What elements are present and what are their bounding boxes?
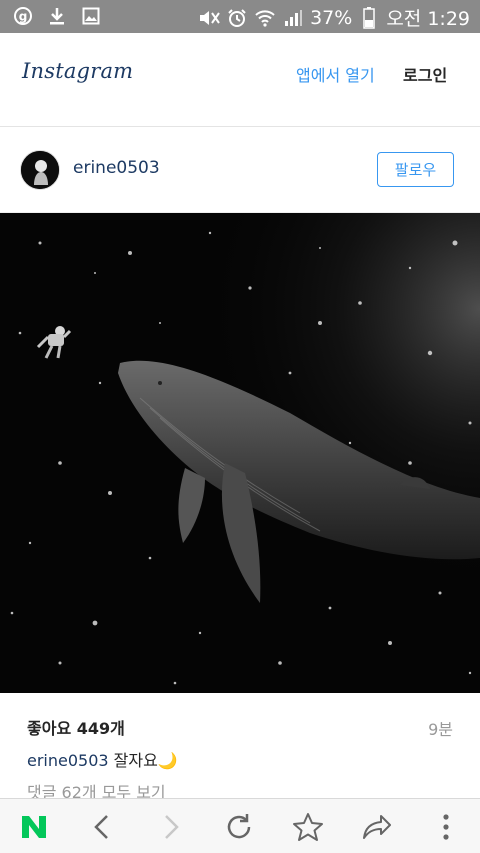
login-link[interactable]: 로그인 xyxy=(403,62,447,86)
post-image[interactable] xyxy=(0,213,480,693)
forward-icon[interactable] xyxy=(153,809,189,845)
post-header: erine0503 팔로우 xyxy=(0,127,480,213)
mute-icon xyxy=(198,7,220,29)
follow-button[interactable]: 팔로우 xyxy=(377,152,454,187)
back-icon[interactable] xyxy=(84,809,120,845)
svg-text:g: g xyxy=(19,10,28,24)
more-icon[interactable] xyxy=(428,809,464,845)
refresh-icon[interactable] xyxy=(221,809,257,845)
avatar[interactable] xyxy=(20,150,60,190)
share-icon[interactable] xyxy=(359,809,395,845)
battery-percent: 37% xyxy=(310,6,353,29)
status-bar: g 37% 오전 1:29 xyxy=(0,0,480,33)
app-header: Instagram 앱에서 열기 로그인 xyxy=(0,33,480,127)
like-count[interactable]: 좋아요 449개 xyxy=(27,715,125,739)
signal-icon xyxy=(282,7,304,29)
caption-text: 잘자요🌙 xyxy=(113,751,178,770)
browser-toolbar xyxy=(0,798,480,853)
alarm-icon xyxy=(226,7,248,29)
battery-icon xyxy=(358,6,380,29)
caption-username[interactable]: erine0503 xyxy=(27,751,109,770)
naver-home-icon[interactable] xyxy=(16,809,52,845)
status-time: 오전 1:29 xyxy=(386,8,470,30)
wifi-icon xyxy=(254,7,276,29)
post-username[interactable]: erine0503 xyxy=(73,158,160,178)
post-caption: erine0503 잘자요🌙 xyxy=(27,747,178,771)
post-footer: 좋아요 449개 9분 erine0503 잘자요🌙 댓글 62개 모두 보기 xyxy=(0,693,480,802)
image-icon xyxy=(80,5,102,27)
download-icon xyxy=(46,5,68,27)
instagram-logo[interactable]: Instagram xyxy=(22,59,133,83)
open-in-app-link[interactable]: 앱에서 열기 xyxy=(296,62,375,86)
post-time: 9분 xyxy=(428,720,453,739)
bookmark-star-icon[interactable] xyxy=(290,809,326,845)
naver-notification-icon: g xyxy=(12,5,34,27)
